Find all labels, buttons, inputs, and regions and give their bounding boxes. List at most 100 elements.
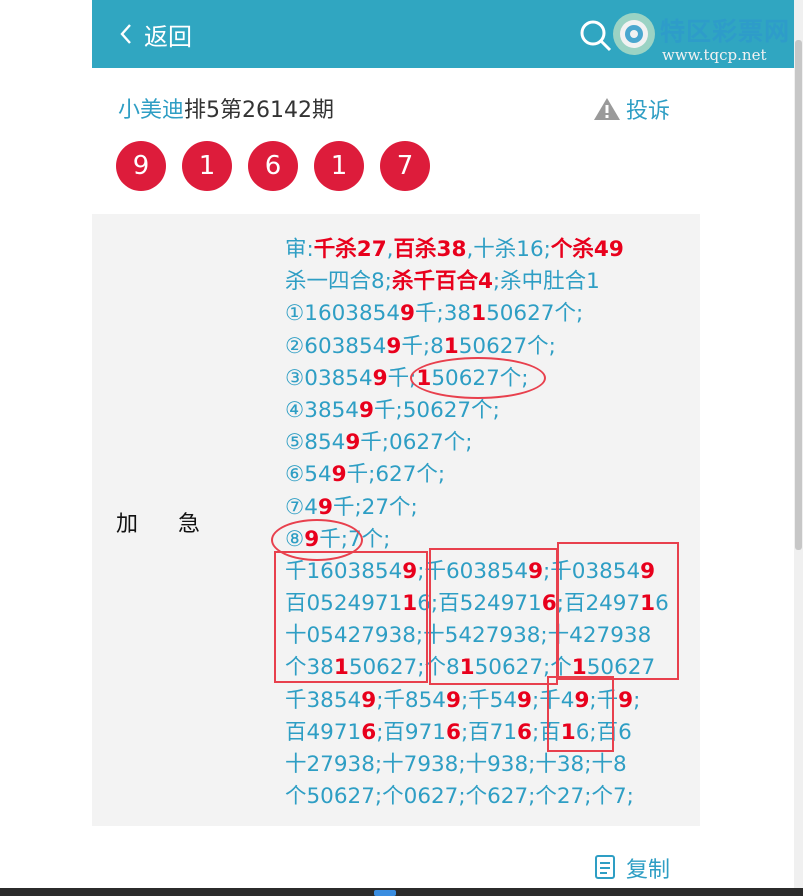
- content-text: 千;27个;: [332, 494, 418, 520]
- content-text: ;: [633, 687, 641, 713]
- content-text: 十27938;十7938;十938;十38;十8: [285, 752, 627, 777]
- highlight-text: 1: [471, 301, 487, 327]
- content-line: ①16038549千;38150627个;: [285, 298, 669, 330]
- copy-button[interactable]: 复制: [594, 852, 670, 884]
- content-text: 十05427938;十5427938;十427938: [285, 623, 652, 649]
- highlight-text: 杀千百合4: [391, 269, 493, 295]
- highlight-text: 9: [574, 687, 590, 713]
- watermark: 特区彩票网 www.tqcp.net: [610, 8, 800, 66]
- highlight-text: 6: [517, 719, 533, 745]
- content-text: ;百71: [460, 719, 518, 745]
- highlight-text: 1: [402, 591, 418, 617]
- content-line: 千16038549;千6038549;千038549: [285, 556, 669, 588]
- content-text: 审:: [285, 237, 314, 262]
- content-text: 千;: [387, 365, 417, 391]
- content-text: 个50627;个0627;个627;个27;个7;: [285, 784, 634, 810]
- content-text: ;百2497: [556, 591, 641, 617]
- chevron-left-icon: [120, 24, 131, 44]
- highlight-text: 9: [331, 462, 347, 488]
- taskbar-app-icon[interactable]: [374, 890, 396, 896]
- content-text: 千1603854: [285, 558, 403, 584]
- content-text: ③03854: [285, 365, 373, 391]
- highlight-text: 千杀27: [313, 237, 387, 262]
- highlight-text: 9: [359, 397, 374, 423]
- result-ball: 9: [116, 141, 166, 191]
- warning-icon: [594, 98, 620, 120]
- content-text: ⑦4: [285, 494, 318, 520]
- content-line: 千38549;千8549;千549;千49;千9;: [285, 685, 669, 717]
- highlight-text: 9: [317, 494, 333, 520]
- content-text: 千;50627个;: [373, 397, 500, 423]
- content-line: 十05427938;十5427938;十427938: [285, 620, 669, 652]
- content-line: ③038549千;150627个;: [285, 363, 669, 395]
- content-line: ⑤8549千;0627个;: [285, 427, 669, 459]
- result-ball: 1: [182, 141, 232, 191]
- content-text: ;千603854: [417, 558, 529, 584]
- content-text: ;千03854: [543, 558, 641, 584]
- content-text: 个38: [285, 655, 334, 681]
- content-line: ④38549千;50627个;: [285, 395, 669, 427]
- highlight-text: 9: [528, 558, 544, 584]
- issue-title: 排5第26142期: [184, 98, 334, 123]
- highlight-text: 6: [445, 719, 461, 745]
- complain-button[interactable]: 投诉: [592, 93, 670, 125]
- highlight-text: 1: [416, 365, 432, 391]
- content-line: 个50627;个0627;个627;个27;个7;: [285, 781, 669, 813]
- left-gutter: [0, 0, 92, 896]
- highlight-text: 9: [304, 526, 320, 552]
- content-text: ;千: [589, 687, 619, 713]
- search-icon[interactable]: [578, 18, 614, 54]
- highlight-text: 9: [517, 687, 533, 713]
- content-text: 50627: [586, 655, 656, 681]
- content-text: ;百971: [376, 719, 446, 745]
- content-text: ;千4: [532, 687, 575, 713]
- highlight-text: 9: [386, 333, 402, 359]
- highlight-text: 1: [333, 655, 349, 681]
- highlight-text: 1: [571, 655, 587, 681]
- section-label: 加急: [116, 506, 240, 538]
- content-text: 50627个;: [431, 365, 529, 391]
- author-link[interactable]: 小美迪: [118, 98, 184, 123]
- content-text: 千;8: [401, 333, 444, 359]
- content-line: ⑧9千;7个;: [285, 524, 669, 556]
- content-text: 千;38: [415, 301, 472, 327]
- content-text: ⑤854: [285, 430, 346, 456]
- content-text: ;杀中肚合1: [492, 269, 600, 295]
- content-line: 百49716;百9716;百716;百16;百6: [285, 717, 669, 749]
- watermark-logo-icon: [613, 13, 655, 55]
- content-line: ⑥549千;627个;: [285, 459, 669, 491]
- content-text: 千;7个;: [319, 526, 391, 552]
- section-label-b: 急: [178, 512, 203, 537]
- content-line: 杀一四合8;杀千百合4;杀中肚合1: [285, 266, 669, 298]
- content-text: 千;0627个;: [360, 430, 473, 456]
- content-text: ;千54: [460, 687, 518, 713]
- content-text: ②603854: [285, 333, 387, 359]
- content-line: 个38150627;个8150627;个150627: [285, 652, 669, 684]
- highlight-text: 9: [400, 301, 415, 327]
- highlight-text: 1: [459, 655, 475, 681]
- content-text: 6: [655, 591, 669, 617]
- content-text: 50627;个8: [348, 655, 460, 681]
- section-label-a: 加: [116, 512, 141, 537]
- back-label: 返回: [144, 22, 192, 51]
- back-button[interactable]: 返回: [118, 16, 192, 52]
- content-text: 50627个;: [458, 333, 556, 359]
- taskbar: [0, 888, 803, 896]
- highlight-text: 6: [541, 591, 557, 617]
- highlight-text: 9: [618, 687, 634, 713]
- result-balls: 9 1 6 1 7: [116, 141, 446, 191]
- content-line: 审:千杀27,百杀38,十杀16;个杀49: [285, 234, 669, 266]
- content-text: 百4971: [285, 719, 362, 745]
- highlight-text: 9: [640, 558, 656, 584]
- copy-label: 复制: [626, 858, 671, 883]
- scrollbar-thumb[interactable]: [795, 40, 802, 550]
- result-ball: 1: [314, 141, 364, 191]
- highlight-text: 9: [445, 687, 461, 713]
- content-text: 千3854: [285, 687, 362, 713]
- highlight-text: 9: [372, 365, 388, 391]
- highlight-text: 1: [640, 591, 656, 617]
- content-text: ⑧: [285, 526, 305, 552]
- highlight-text: 6: [361, 719, 377, 745]
- highlight-text: 个杀49: [550, 237, 624, 262]
- highlight-text: 9: [345, 430, 361, 456]
